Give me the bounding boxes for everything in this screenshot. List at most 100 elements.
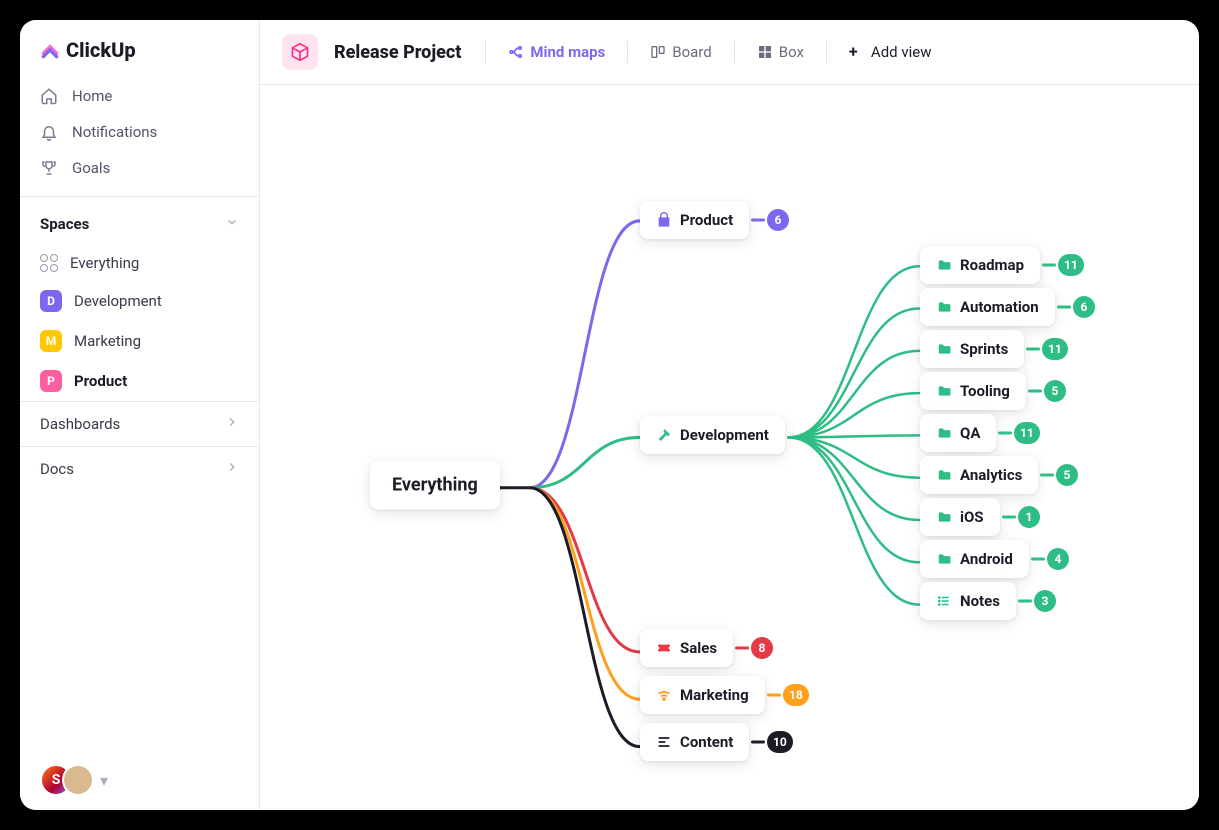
node-label: Android	[960, 550, 1013, 568]
clickup-logo-icon	[40, 40, 60, 60]
nav-primary: Home Notifications Goals	[20, 74, 259, 190]
space-badge-icon: P	[40, 370, 62, 392]
main: Release Project Mind maps Board Box + Ad…	[260, 20, 1199, 810]
mindmap-node-marketing[interactable]: Marketing	[640, 676, 765, 714]
sidebar-space-development[interactable]: D Development	[20, 281, 259, 321]
chevron-right-icon	[225, 460, 239, 478]
spaces-list: D Development M Marketing P Product	[20, 281, 259, 401]
count-badge: 6	[767, 209, 789, 231]
mindmap-node-product[interactable]: Product	[640, 201, 749, 239]
mindmap-node-sprints[interactable]: Sprints	[920, 330, 1024, 368]
app-window: ClickUp Home Notifications Goals Spaces	[20, 20, 1199, 810]
project-title: Release Project	[334, 42, 461, 63]
add-view-button[interactable]: + Add view	[841, 37, 940, 67]
count-badge: 11	[1042, 338, 1068, 360]
space-label: Development	[74, 292, 162, 310]
trophy-icon	[40, 159, 58, 177]
node-label: Tooling	[960, 382, 1010, 400]
plus-icon: +	[849, 44, 865, 60]
home-icon	[40, 87, 58, 105]
nav-home[interactable]: Home	[28, 78, 251, 114]
view-tab-mindmaps[interactable]: Mind maps	[500, 37, 613, 67]
board-icon	[650, 44, 666, 60]
folder-icon	[936, 383, 952, 399]
mindmap-node-development[interactable]: Development	[640, 416, 785, 454]
count-badge: 4	[1047, 548, 1069, 570]
nav-goals[interactable]: Goals	[28, 150, 251, 186]
folder-icon	[936, 551, 952, 567]
space-badge-icon: D	[40, 290, 62, 312]
sidebar-space-marketing[interactable]: M Marketing	[20, 321, 259, 361]
node-label: Marketing	[680, 686, 749, 704]
folder-icon	[936, 257, 952, 273]
folder-icon	[936, 467, 952, 483]
bag-icon	[656, 212, 672, 228]
space-label: Marketing	[74, 332, 141, 350]
spaces-header[interactable]: Spaces	[20, 203, 259, 245]
hammer-icon	[656, 427, 672, 443]
node-label: Sales	[680, 639, 717, 657]
count-badge: 5	[1044, 380, 1066, 402]
mindmap-node-qa[interactable]: QA	[920, 414, 996, 452]
nav-notifications[interactable]: Notifications	[28, 114, 251, 150]
sidebar-footer: S ▾	[20, 750, 259, 810]
sidebar-dashboards[interactable]: Dashboards	[20, 401, 259, 446]
sidebar-everything[interactable]: Everything	[20, 245, 259, 281]
text-icon	[656, 734, 672, 750]
node-label: Automation	[960, 298, 1039, 316]
node-label: Content	[680, 733, 733, 751]
folder-icon	[936, 341, 952, 357]
ticket-icon	[656, 640, 672, 656]
node-label: Everything	[392, 475, 478, 496]
view-tab-box[interactable]: Box	[749, 37, 812, 67]
avatar[interactable]	[62, 764, 94, 796]
mindmap-node-automation[interactable]: Automation	[920, 288, 1055, 326]
mindmap-icon	[508, 44, 524, 60]
node-label: Sprints	[960, 340, 1008, 358]
node-label: Analytics	[960, 466, 1022, 484]
folder-icon	[936, 425, 952, 441]
count-badge: 5	[1056, 464, 1078, 486]
node-label: QA	[960, 424, 980, 442]
mindmap-node-roadmap[interactable]: Roadmap	[920, 246, 1040, 284]
app-logo[interactable]: ClickUp	[20, 20, 259, 74]
divider	[20, 196, 259, 197]
mindmap-node-notes[interactable]: Notes	[920, 582, 1016, 620]
sidebar-space-product[interactable]: P Product	[20, 361, 259, 401]
count-badge: 11	[1014, 422, 1040, 444]
node-label: iOS	[960, 508, 984, 526]
box-icon	[757, 44, 773, 60]
everything-icon	[40, 254, 58, 272]
project-icon[interactable]	[282, 34, 318, 70]
list-icon	[936, 593, 952, 609]
chevron-right-icon	[225, 415, 239, 433]
mindmap-node-analytics[interactable]: Analytics	[920, 456, 1038, 494]
folder-icon	[936, 509, 952, 525]
topbar: Release Project Mind maps Board Box + Ad…	[260, 20, 1199, 85]
caret-down-icon[interactable]: ▾	[100, 771, 108, 790]
count-badge: 11	[1058, 254, 1084, 276]
count-badge: 1	[1018, 506, 1040, 528]
node-label: Product	[680, 211, 733, 229]
bell-icon	[40, 123, 58, 141]
count-badge: 3	[1034, 590, 1056, 612]
sidebar: ClickUp Home Notifications Goals Spaces	[20, 20, 260, 810]
node-label: Development	[680, 426, 769, 444]
view-tab-board[interactable]: Board	[642, 37, 719, 67]
mindmap-node-android[interactable]: Android	[920, 540, 1029, 578]
count-badge: 18	[783, 684, 809, 706]
wifi-icon	[656, 687, 672, 703]
count-badge: 8	[751, 637, 773, 659]
count-badge: 6	[1073, 296, 1095, 318]
chevron-down-icon	[225, 215, 239, 233]
mindmap-node-ios[interactable]: iOS	[920, 498, 1000, 536]
count-badge: 10	[767, 731, 793, 753]
sidebar-docs[interactable]: Docs	[20, 446, 259, 491]
mindmap-node-tooling[interactable]: Tooling	[920, 372, 1026, 410]
mindmap-node-everything[interactable]: Everything	[370, 461, 500, 510]
mindmap-node-content[interactable]: Content	[640, 723, 749, 761]
space-badge-icon: M	[40, 330, 62, 352]
mindmap-node-sales[interactable]: Sales	[640, 629, 733, 667]
mindmap-canvas[interactable]: Everything Product Development Sales Marketi…	[260, 85, 1199, 810]
node-label: Roadmap	[960, 256, 1024, 274]
